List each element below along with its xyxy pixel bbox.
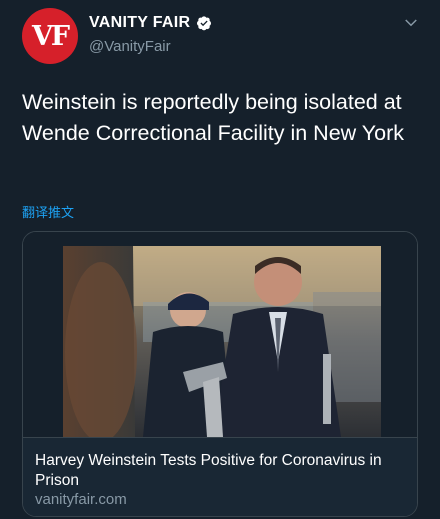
card-title[interactable]: Harvey Weinstein Tests Positive for Coro…	[35, 451, 407, 491]
chevron-down-icon[interactable]	[402, 14, 420, 32]
avatar[interactable]: VF	[22, 8, 78, 64]
author-names[interactable]: VANITY FAIR @VanityFair	[89, 13, 212, 55]
news-photo-icon	[23, 232, 417, 437]
avatar-logo-text: VF	[31, 20, 70, 52]
display-name-row: VANITY FAIR	[89, 13, 212, 33]
verified-badge-icon	[197, 16, 212, 31]
tweet-header: VF VANITY FAIR @VanityFair	[22, 6, 426, 64]
display-name[interactable]: VANITY FAIR	[89, 14, 190, 32]
translate-tweet-link[interactable]: 翻译推文	[22, 202, 74, 221]
tweet-text: Weinstein is reportedly being isolated a…	[22, 90, 404, 145]
card-body[interactable]: Harvey Weinstein Tests Positive for Coro…	[23, 437, 417, 516]
card-image[interactable]	[23, 232, 417, 437]
link-card[interactable]: Harvey Weinstein Tests Positive for Coro…	[22, 231, 418, 517]
author-handle[interactable]: @VanityFair	[89, 38, 212, 55]
card-domain: vanityfair.com	[35, 491, 127, 508]
tweet[interactable]: VF VANITY FAIR @VanityFair Weinstein is …	[0, 0, 440, 519]
